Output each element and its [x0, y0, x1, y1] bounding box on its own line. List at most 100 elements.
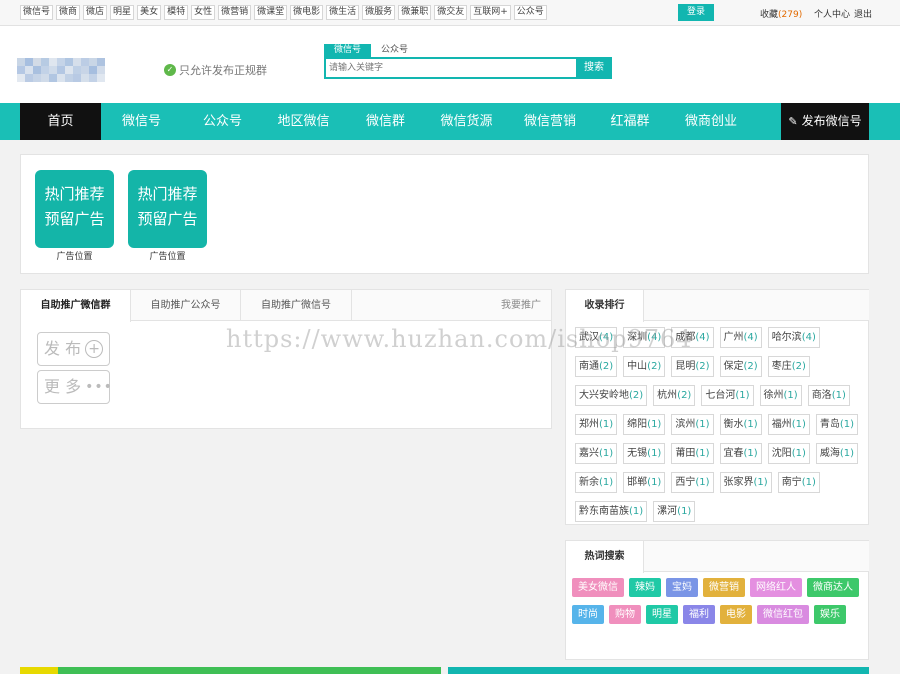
search-tab-wechat-id[interactable]: 微信号 [324, 44, 372, 57]
hot-tag[interactable]: 微营销 [703, 578, 745, 597]
city-chip[interactable]: 衡水(1) [719, 414, 762, 435]
city-chip[interactable]: 成都(4) [671, 327, 714, 348]
login-button[interactable]: 登录 [678, 4, 714, 21]
ad-slot-2[interactable]: 热门推荐 预留广告 [128, 170, 207, 248]
nav-official-account[interactable]: 公众号 [182, 103, 263, 140]
nav-wechat-group[interactable]: 微信群 [345, 103, 426, 140]
city-chip[interactable]: 绵阳(1) [623, 414, 666, 435]
nav-home[interactable]: 首页 [20, 103, 101, 140]
top-link[interactable]: 微店 [83, 5, 108, 20]
top-link[interactable]: 明星 [110, 5, 135, 20]
city-chip[interactable]: 中山(2) [623, 356, 666, 377]
top-link[interactable]: 微营销 [218, 5, 252, 20]
city-chip[interactable]: 七台河(1) [701, 385, 754, 406]
top-link[interactable]: 女性 [191, 5, 216, 20]
top-link[interactable]: 微兼职 [398, 5, 432, 20]
hot-tag[interactable]: 娱乐 [814, 605, 846, 624]
hot-tag[interactable]: 辣妈 [629, 578, 661, 597]
city-chip[interactable]: 昆明(2) [671, 356, 714, 377]
city-chip[interactable]: 威海(1) [815, 443, 859, 464]
city-chip[interactable]: 南通(2) [575, 356, 618, 377]
nav-micro-business[interactable]: 微商创业 [667, 103, 755, 140]
city-chip[interactable]: 保定(2) [719, 356, 762, 377]
top-link[interactable]: 微服务 [362, 5, 396, 20]
city-chip[interactable]: 杭州(2) [653, 385, 696, 406]
top-link[interactable]: 微生活 [326, 5, 360, 20]
hot-tag[interactable]: 时尚 [572, 605, 604, 624]
hot-tag[interactable]: 明星 [646, 605, 678, 624]
city-name: 福州 [771, 419, 792, 430]
nav-wechat-marketing[interactable]: 微信营销 [507, 103, 593, 140]
city-chip[interactable]: 沈阳(1) [767, 443, 810, 464]
city-chip[interactable]: 大兴安岭地(2) [575, 385, 648, 406]
ad-slot-1[interactable]: 热门推荐 预留广告 [35, 170, 114, 248]
hot-tag[interactable]: 电影 [720, 605, 752, 624]
tab-promote-official-account[interactable]: 自助推广公众号 [131, 290, 241, 321]
top-link[interactable]: 公众号 [513, 5, 547, 20]
nav-red-fortune-group[interactable]: 红福群 [593, 103, 667, 140]
top-link[interactable]: 微课堂 [254, 5, 288, 20]
hot-tag[interactable]: 网络红人 [750, 578, 802, 597]
city-name: 大兴安岭地 [579, 390, 629, 401]
city-count: (1) [801, 477, 816, 488]
user-center-link[interactable]: 个人中心 [814, 7, 850, 20]
city-chip[interactable]: 徐州(1) [759, 385, 802, 406]
city-chip[interactable]: 福州(1) [767, 414, 810, 435]
city-chip[interactable]: 武汉(4) [575, 327, 618, 348]
tab-promote-wechat-id[interactable]: 自助推广微信号 [241, 290, 352, 321]
top-link[interactable]: 模特 [164, 5, 189, 20]
ad-panel: 热门推荐 预留广告 广告位置 热门推荐 预留广告 广告位置 [20, 154, 869, 274]
hot-tag[interactable]: 微信红包 [757, 605, 809, 624]
search-tab-official-account[interactable]: 公众号 [371, 44, 418, 57]
top-link[interactable]: 微交友 [434, 5, 468, 20]
self-promotion-panel: 自助推广微信群 自助推广公众号 自助推广微信号 我要推广 发 布 + 更 多 •… [20, 289, 552, 429]
hot-tag[interactable]: 美女微信 [572, 578, 624, 597]
nav-wechat-supply[interactable]: 微信货源 [426, 103, 507, 140]
city-chip[interactable]: 滨州(1) [671, 414, 714, 435]
city-chip[interactable]: 哈尔滨(4) [767, 327, 820, 348]
site-logo[interactable] [17, 58, 111, 82]
city-name: 武汉 [579, 332, 599, 343]
publish-group-button[interactable]: 发 布 + [37, 332, 110, 366]
city-chip[interactable]: 莆田(1) [671, 443, 714, 464]
nav-wechat-id[interactable]: 微信号 [101, 103, 182, 140]
city-chip[interactable]: 无锡(1) [623, 443, 666, 464]
nav-regional-wechat[interactable]: 地区微信 [263, 103, 344, 140]
city-count: (1) [743, 419, 758, 430]
top-link[interactable]: 互联网+ [470, 5, 511, 20]
notice-text: ✓ 只允许发布正规群 [164, 62, 267, 78]
city-chip[interactable]: 西宁(1) [671, 472, 714, 493]
city-chip[interactable]: 青岛(1) [815, 414, 859, 435]
hot-tag[interactable]: 福利 [683, 605, 715, 624]
hot-tag[interactable]: 微商达人 [807, 578, 859, 597]
city-chip[interactable]: 郑州(1) [575, 414, 618, 435]
hot-tag[interactable]: 购物 [609, 605, 641, 624]
favorites-link[interactable]: 收藏(279) [760, 7, 802, 20]
my-promotion-link[interactable]: 我要推广 [501, 290, 541, 321]
publish-wechat-button[interactable]: ✎ 发布微信号 [781, 103, 869, 140]
top-link[interactable]: 微信号 [20, 5, 54, 20]
hot-tag[interactable]: 宝妈 [666, 578, 698, 597]
city-chip[interactable]: 枣庄(2) [767, 356, 810, 377]
city-chip[interactable]: 广州(4) [719, 327, 762, 348]
city-chip[interactable]: 嘉兴(1) [575, 443, 618, 464]
city-chip[interactable]: 黔东南苗族(1) [575, 501, 648, 522]
city-chip[interactable]: 南宁(1) [777, 472, 820, 493]
city-chip[interactable]: 深圳(4) [623, 327, 666, 348]
top-link[interactable]: 美女 [137, 5, 162, 20]
city-chip[interactable]: 张家界(1) [719, 472, 772, 493]
city-chip[interactable]: 新余(1) [575, 472, 618, 493]
city-chip[interactable]: 邯郸(1) [623, 472, 666, 493]
city-chip[interactable]: 宜春(1) [719, 443, 762, 464]
city-chip[interactable]: 商洛(1) [807, 385, 850, 406]
top-link[interactable]: 微商 [56, 5, 81, 20]
more-groups-button[interactable]: 更 多 ••• [37, 370, 112, 404]
tab-promote-group[interactable]: 自助推广微信群 [21, 290, 131, 322]
city-count: (1) [839, 448, 855, 459]
top-link[interactable]: 微电影 [290, 5, 324, 20]
search-input[interactable] [324, 57, 576, 79]
city-chip[interactable]: 漯河(1) [653, 501, 696, 522]
ad-line-2: 预留广告 [44, 210, 105, 228]
logout-link[interactable]: 退出 [854, 7, 872, 20]
search-button[interactable]: 搜索 [576, 57, 612, 79]
